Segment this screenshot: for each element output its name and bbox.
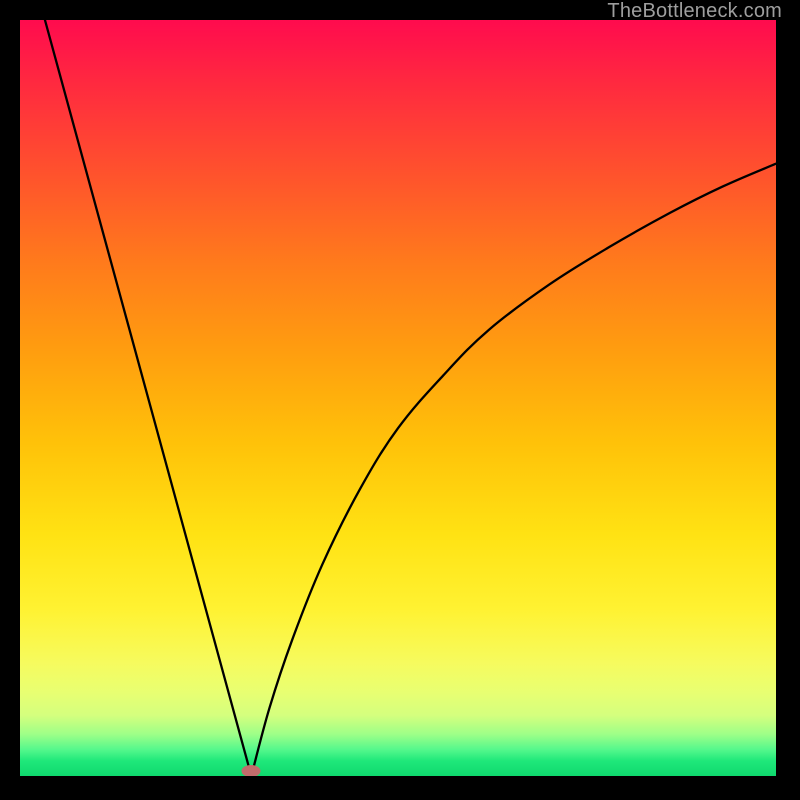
chart-frame: TheBottleneck.com — [0, 0, 800, 800]
bottleneck-curve-path — [45, 20, 776, 776]
watermark-text: TheBottleneck.com — [607, 0, 782, 23]
bottleneck-marker — [242, 765, 261, 776]
bottleneck-curve — [20, 20, 776, 776]
plot-area — [20, 20, 776, 776]
